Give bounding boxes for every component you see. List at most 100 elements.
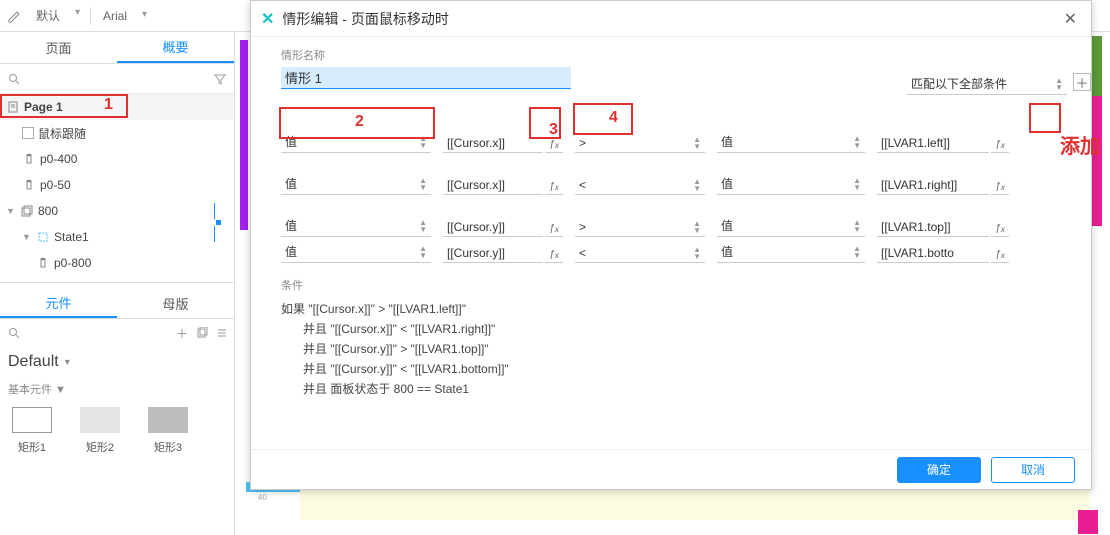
shape-rect2[interactable]: 矩形2 bbox=[80, 407, 120, 455]
cond-left-expr-input[interactable]: [[Cursor.y]] bbox=[443, 218, 543, 237]
ok-button[interactable]: 确定 bbox=[897, 457, 981, 483]
search-icon[interactable] bbox=[6, 71, 22, 87]
close-icon[interactable]: ✕ bbox=[1060, 9, 1081, 29]
outline-search-input[interactable] bbox=[22, 70, 212, 88]
app-logo-icon: ✕ bbox=[261, 9, 274, 29]
outline-p0-400[interactable]: p0-400 bbox=[0, 146, 234, 172]
fx-icon[interactable]: ƒx bbox=[991, 179, 1009, 195]
shape-rect1[interactable]: 矩形1 bbox=[12, 407, 52, 455]
chevron-down-icon: ▾ bbox=[65, 357, 70, 368]
cond-right-type-select[interactable]: 值▲▼ bbox=[717, 173, 865, 195]
library-toolbar: ＋ bbox=[0, 319, 234, 347]
ruler-tick: 40 bbox=[258, 493, 267, 502]
fx-icon[interactable]: ƒx bbox=[545, 179, 563, 195]
outline-state1[interactable]: ▼ State1 bbox=[0, 224, 234, 250]
widget-icon bbox=[36, 256, 50, 270]
cancel-button[interactable]: 取消 bbox=[991, 457, 1075, 483]
stepper-icon: ▲▼ bbox=[1055, 77, 1063, 91]
cond-left-expr-input[interactable]: [[Cursor.x]] bbox=[443, 134, 543, 153]
decor-bar bbox=[1092, 36, 1102, 96]
fx-icon[interactable]: ƒx bbox=[545, 137, 563, 153]
outline-item-label: 800 bbox=[38, 204, 58, 218]
dialog-body: 情形名称 匹配以下全部条件 ▲▼ ＋ 值 ▲▼ [[Cursor.x]] ƒx … bbox=[251, 37, 1091, 449]
cond-operator-select[interactable]: <▲▼ bbox=[575, 244, 705, 263]
fx-icon[interactable]: ƒx bbox=[991, 221, 1009, 237]
style-preset-select[interactable]: 默认 bbox=[32, 5, 82, 26]
cond-left-expr-input[interactable]: [[Cursor.y]] bbox=[443, 244, 543, 263]
tab-components[interactable]: 元件 bbox=[0, 289, 117, 318]
cond-right-expr-input[interactable]: [[LVAR1.top]] bbox=[877, 218, 989, 237]
fx-icon[interactable]: ƒx bbox=[991, 137, 1009, 153]
cond-right-expr-input[interactable]: [[LVAR1.right]] bbox=[877, 176, 989, 195]
rect2-preview-icon bbox=[80, 407, 120, 433]
condition-row: 值▲▼ [[Cursor.y]]ƒx <▲▼ 值▲▼ [[LVAR1.botto… bbox=[281, 237, 1071, 263]
library-tabs: 元件 母版 bbox=[0, 289, 234, 319]
rect3-preview-icon bbox=[148, 407, 188, 433]
outline-p0-800[interactable]: p0-800 bbox=[0, 250, 234, 276]
menu-icon[interactable] bbox=[216, 327, 228, 339]
checkbox-icon[interactable] bbox=[22, 127, 34, 139]
outline-item-label: p0-800 bbox=[54, 256, 91, 270]
disclosure-down-icon[interactable]: ▼ bbox=[6, 206, 16, 216]
cond-left-type-select[interactable]: 值▲▼ bbox=[281, 215, 431, 237]
left-panel: 页面 概要 Page 1 1 鼠标跟随 p0-400 bbox=[0, 32, 235, 535]
shapes-row: 矩形1 矩形2 矩形3 bbox=[0, 401, 234, 461]
outline-item-label: 鼠标跟随 bbox=[38, 125, 86, 142]
edit-shape-icon[interactable] bbox=[6, 7, 24, 25]
cond-left-type-select[interactable]: 值▲▼ bbox=[281, 241, 431, 263]
disclosure-down-icon[interactable]: ▼ bbox=[22, 232, 32, 242]
add-icon[interactable]: ＋ bbox=[176, 325, 188, 342]
outline-item-label: State1 bbox=[54, 230, 89, 244]
cond-right-expr-input[interactable]: [[LVAR1.botto bbox=[877, 244, 989, 263]
dialog-titlebar[interactable]: ✕ 情形编辑 - 页面鼠标移动时 ✕ bbox=[251, 1, 1091, 37]
state-icon bbox=[36, 230, 50, 244]
condition-summary: 条件 如果 "[[Cursor.x]]" > "[[LVAR1.left]]" … bbox=[281, 277, 1071, 399]
tab-masters[interactable]: 母版 bbox=[117, 289, 234, 318]
cond-right-type-select[interactable]: 值 ▲▼ bbox=[717, 131, 865, 153]
decor-bar bbox=[1092, 96, 1102, 226]
cond-right-expr-input[interactable]: [[LVAR1.left]] bbox=[877, 134, 989, 153]
copy-icon[interactable] bbox=[196, 327, 208, 339]
library-name[interactable]: Default ▾ bbox=[0, 347, 234, 377]
filter-icon[interactable] bbox=[212, 71, 228, 87]
cond-left-expr-input[interactable]: [[Cursor.x]] bbox=[443, 176, 543, 195]
outline-tree: Page 1 1 鼠标跟随 p0-400 p0-50 ▼ 800 bbox=[0, 94, 234, 276]
font-select[interactable]: Arial bbox=[99, 7, 149, 25]
conditions-table: 值 ▲▼ [[Cursor.x]] ƒx > ▲▼ 值 ▲▼ [[LVAR1.l… bbox=[281, 111, 1071, 263]
case-name-label: 情形名称 bbox=[281, 47, 1071, 63]
match-mode-select[interactable]: 匹配以下全部条件 ▲▼ bbox=[907, 73, 1067, 95]
cond-left-type-select[interactable]: 值▲▼ bbox=[281, 173, 431, 195]
outline-search-row bbox=[0, 64, 234, 94]
outline-p0-50[interactable]: p0-50 bbox=[0, 172, 234, 198]
cond-right-type-select[interactable]: 值▲▼ bbox=[717, 215, 865, 237]
cond-left-type-select[interactable]: 值 ▲▼ bbox=[281, 131, 431, 153]
summary-label: 条件 bbox=[281, 277, 1071, 293]
cond-operator-select[interactable]: > ▲▼ bbox=[575, 134, 705, 153]
cond-operator-select[interactable]: <▲▼ bbox=[575, 176, 705, 195]
tab-summary[interactable]: 概要 bbox=[117, 32, 234, 63]
library-category[interactable]: 基本元件 ▼ bbox=[0, 377, 234, 401]
condition-row: 值▲▼ [[Cursor.x]]ƒx <▲▼ 值▲▼ [[LVAR1.right… bbox=[281, 153, 1071, 195]
tab-pages[interactable]: 页面 bbox=[0, 32, 117, 63]
outline-800[interactable]: ▼ 800 bbox=[0, 198, 234, 224]
decor-bar bbox=[240, 40, 248, 230]
outline-mouse-follow[interactable]: 鼠标跟随 bbox=[0, 120, 234, 146]
add-condition-button[interactable]: ＋ bbox=[1073, 73, 1091, 91]
fx-icon[interactable]: ƒx bbox=[991, 247, 1009, 263]
fx-icon[interactable]: ƒx bbox=[545, 221, 563, 237]
search-icon[interactable] bbox=[6, 325, 22, 341]
dialog-title: 情形编辑 - 页面鼠标移动时 bbox=[282, 9, 448, 29]
case-name-input[interactable] bbox=[281, 67, 571, 89]
cond-operator-select[interactable]: >▲▼ bbox=[575, 218, 705, 237]
target-icon[interactable] bbox=[214, 204, 228, 218]
widget-icon bbox=[22, 178, 36, 192]
left-tabs: 页面 概要 bbox=[0, 32, 234, 64]
fx-icon[interactable]: ƒx bbox=[545, 247, 563, 263]
decor-bar bbox=[300, 490, 1090, 520]
shape-rect3[interactable]: 矩形3 bbox=[148, 407, 188, 455]
cond-right-type-select[interactable]: 值▲▼ bbox=[717, 241, 865, 263]
outline-page1-label: Page 1 bbox=[24, 100, 63, 114]
summary-lines: 如果 "[[Cursor.x]]" > "[[LVAR1.left]]" 并且 … bbox=[281, 299, 1071, 399]
outline-page1[interactable]: Page 1 1 bbox=[0, 94, 234, 120]
dynamic-panel-icon bbox=[20, 204, 34, 218]
